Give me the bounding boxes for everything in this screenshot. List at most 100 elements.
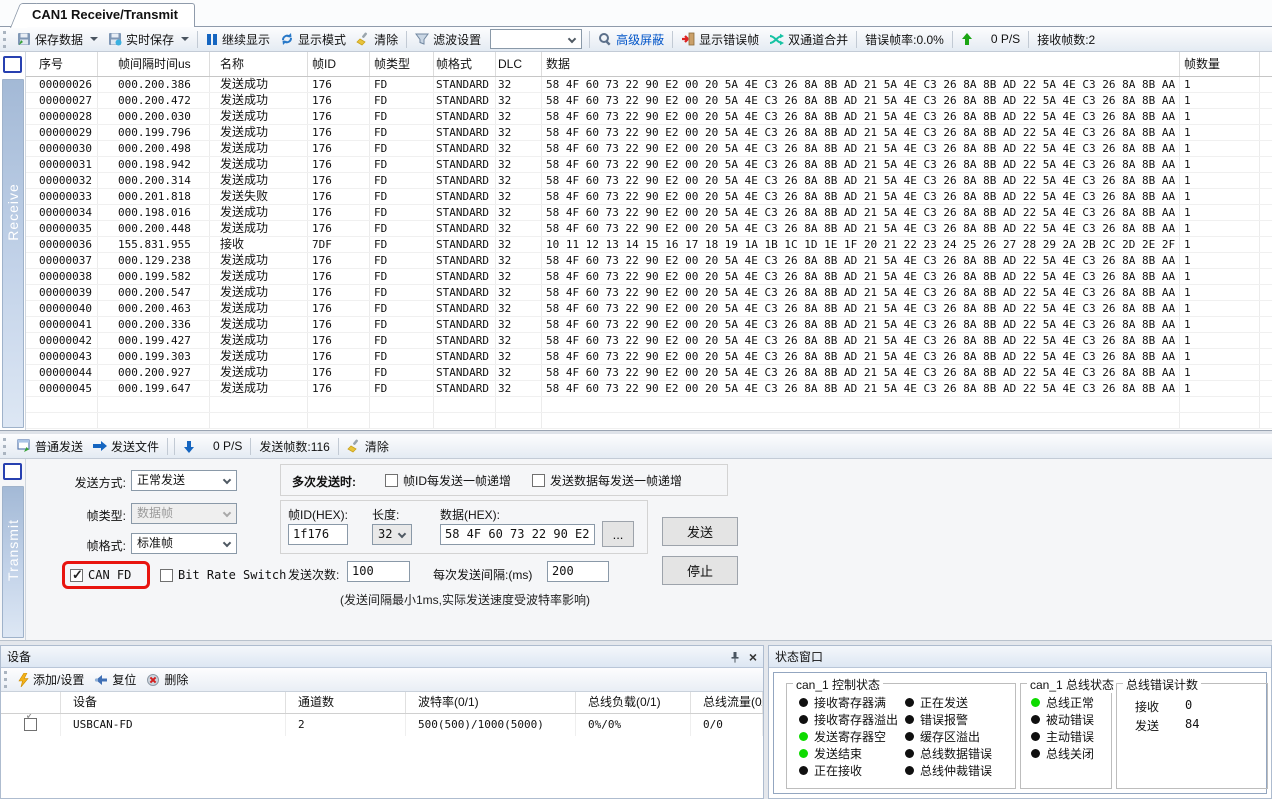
show-error-frames-button[interactable]: 显示错误帧 [676,29,764,50]
normal-send-button[interactable]: 普通发送 [12,436,88,457]
table-row[interactable]: 00000032000.200.314发送成功176FDSTANDARD3258… [26,173,1272,189]
receive-tab-strip[interactable]: Receive [2,79,24,428]
table-row[interactable]: 00000035000.200.448发送成功176FDSTANDARD3258… [26,221,1272,237]
table-row[interactable]: 00000039000.200.547发送成功176FDSTANDARD3258… [26,285,1272,301]
toolbar-grip[interactable] [3,438,8,455]
increment-data-checkbox[interactable]: 发送数据每发送一帧递增 [532,472,682,489]
table-cell: 58 4F 60 73 22 90 E2 00 20 5A 4E C3 26 8… [542,285,1180,300]
error-frame-icon [681,32,695,46]
advanced-mask-button[interactable]: 高级屏蔽 [593,29,669,50]
checkbox-cell [1,714,61,736]
status-led-label: 主动错误 [1046,728,1094,745]
send-count-input[interactable]: 100 [347,561,410,582]
table-cell: 00000042 [26,333,98,348]
table-cell: FD [370,285,434,300]
add-config-button[interactable]: 添加/设置 [13,669,89,690]
column-header[interactable]: 通道数 [286,692,406,713]
column-header[interactable]: DLC [496,52,542,76]
frame-id-input[interactable]: 1f176 [288,524,348,545]
table-row[interactable]: 00000036155.831.955接收7DFFDSTANDARD3210 1… [26,237,1272,253]
interval-input[interactable]: 200 [547,561,609,582]
table-row[interactable]: 00000034000.198.016发送成功176FDSTANDARD3258… [26,205,1272,221]
realtime-save-button[interactable]: 实时保存 [103,29,194,50]
table-row[interactable]: 00000030000.200.498发送成功176FDSTANDARD3258… [26,141,1272,157]
continue-display-button[interactable]: 继续显示 [201,29,275,50]
column-header[interactable]: 数据 [542,52,1180,76]
delete-button[interactable]: 删除 [141,669,193,690]
column-header[interactable]: 设备 [61,692,286,713]
table-cell: FD [370,221,434,236]
filter-settings-button[interactable]: 滤波设置 [410,29,486,50]
save-data-button[interactable]: 保存数据 [12,29,103,50]
increment-id-checkbox[interactable]: 帧ID每发送一帧递增 [385,472,511,489]
column-header[interactable]: 总线流量(0/1) [691,692,763,713]
table-cell [496,397,542,412]
table-cell: 1 [1180,205,1260,220]
data-hex-input[interactable]: 58 4F 60 73 22 90 E2 00 2 [440,524,595,545]
toolbar-grip[interactable] [4,671,9,688]
tx-clear-button[interactable]: 清除 [342,436,394,457]
table-row[interactable]: 00000028000.200.030发送成功176FDSTANDARD3258… [26,109,1272,125]
display-mode-button[interactable]: 显示模式 [275,29,351,50]
table-row[interactable]: 00000043000.199.303发送成功176FDSTANDARD3258… [26,349,1272,365]
browse-data-button[interactable]: ... [602,521,634,547]
table-cell: FD [370,93,434,108]
table-cell: 58 4F 60 73 22 90 E2 00 20 5A 4E C3 26 8… [542,125,1180,140]
toolbar-grip[interactable] [3,31,8,48]
table-row[interactable]: 00000042000.199.427发送成功176FDSTANDARD3258… [26,333,1272,349]
column-header[interactable]: 波特率(0/1) [406,692,576,713]
column-header[interactable]: 帧间隔时间us [98,52,210,76]
frame-type-value: 数据帧 [137,506,173,520]
table-cell: 000.200.336 [98,317,210,332]
length-combobox[interactable]: 32 [372,524,412,545]
table-row[interactable]: 00000038000.199.582发送成功176FDSTANDARD3258… [26,269,1272,285]
pin-icon[interactable] [729,651,741,663]
column-header[interactable]: 名称 [210,52,308,76]
receive-restore-icon[interactable] [3,56,22,73]
table-row[interactable]: 00000044000.200.927发送成功176FDSTANDARD3258… [26,365,1272,381]
table-row[interactable]: 00000029000.199.796发送成功176FDSTANDARD3258… [26,125,1272,141]
send-button[interactable]: 发送 [662,517,738,546]
bit-rate-switch-checkbox[interactable]: Bit Rate Switch [160,568,286,582]
close-icon[interactable]: × [749,651,757,663]
send-file-button[interactable]: 发送文件 [88,436,164,457]
table-row[interactable]: 00000027000.200.472发送成功176FDSTANDARD3258… [26,93,1272,109]
column-header[interactable]: 帧ID [308,52,370,76]
table-cell: 000.199.303 [98,349,210,364]
clear-button[interactable]: 清除 [351,29,403,50]
stop-button[interactable]: 停止 [662,556,738,585]
table-row[interactable]: 00000037000.129.238发送成功176FDSTANDARD3258… [26,253,1272,269]
device-enabled-checkbox[interactable] [24,718,37,731]
table-cell: 58 4F 60 73 22 90 E2 00 20 5A 4E C3 26 8… [542,221,1180,236]
table-row[interactable]: 00000040000.200.463发送成功176FDSTANDARD3258… [26,301,1272,317]
column-header[interactable]: 序号 [26,52,98,76]
frame-format-combobox[interactable]: 标准帧 [131,533,237,554]
increment-data-label: 发送数据每发送一帧递增 [550,472,682,489]
reset-button[interactable]: 复位 [89,669,141,690]
tab-can1-receive-transmit[interactable]: CAN1 Receive/Transmit [24,3,195,27]
can-fd-checkbox[interactable]: CAN FD [70,568,131,582]
device-table-row[interactable]: USBCAN-FD2500(500)/1000(5000)0%/0%0/0 [1,714,763,736]
table-row[interactable]: 00000026000.200.386发送成功176FDSTANDARD3258… [26,77,1272,93]
column-header[interactable]: 帧类型 [370,52,434,76]
filter-combobox[interactable] [490,29,582,49]
receive-strip-label: Receive [5,183,21,241]
column-header[interactable]: 总线负载(0/1) [576,692,691,713]
table-row[interactable]: 00000033000.201.818发送失败176FDSTANDARD3258… [26,189,1272,205]
status-led-label: 总线仲裁错误 [920,762,992,779]
column-header[interactable]: 帧数量 [1180,52,1260,76]
table-cell: 000.199.582 [98,269,210,284]
table-row[interactable]: 00000041000.200.336发送成功176FDSTANDARD3258… [26,317,1272,333]
send-mode-combobox[interactable]: 正常发送 [131,470,237,491]
table-row[interactable]: 00000045000.199.647发送成功176FDSTANDARD3258… [26,381,1272,397]
transmit-restore-icon[interactable] [3,463,22,480]
table-cell: 000.200.030 [98,109,210,124]
column-header[interactable]: 帧格式 [434,52,496,76]
status-led-item: 缓存区溢出 [905,728,992,745]
transmit-tab-strip[interactable]: Transmit [2,486,24,638]
table-row[interactable]: 00000031000.198.942发送成功176FDSTANDARD3258… [26,157,1272,173]
checkbox-column-header[interactable] [1,692,61,713]
dual-channel-merge-button[interactable]: 双通道合并 [764,29,853,50]
table-cell: FD [370,189,434,204]
filter-funnel-icon [415,32,429,46]
